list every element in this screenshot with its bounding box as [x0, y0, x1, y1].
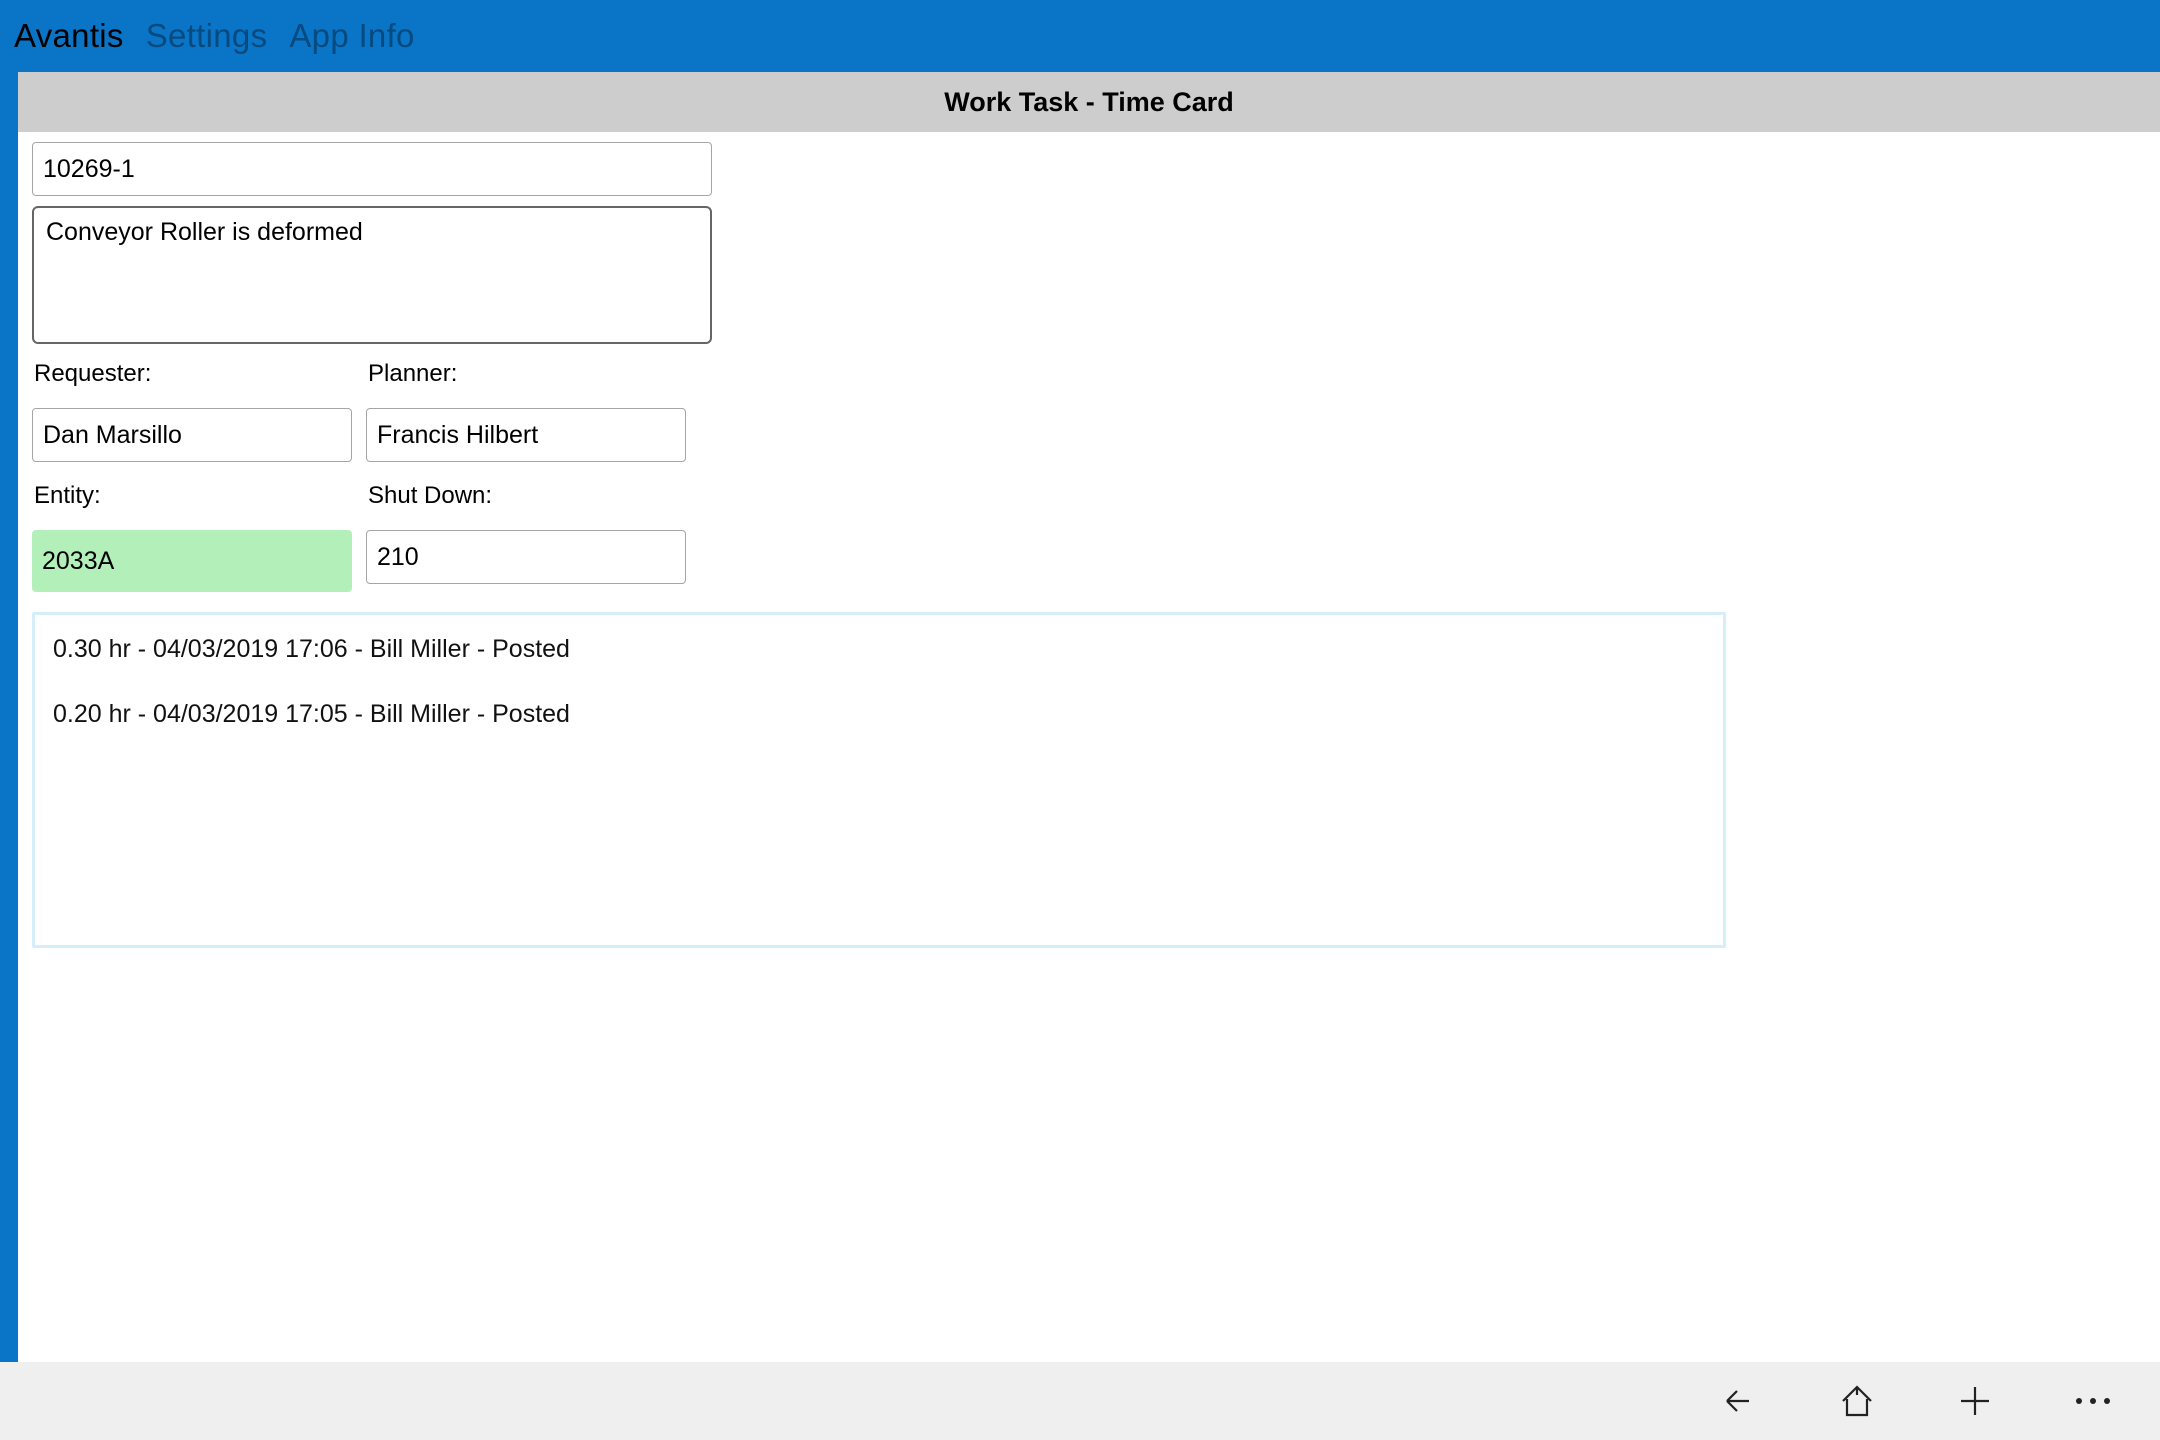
bottom-app-bar — [0, 1362, 2160, 1440]
shutdown-label: Shut Down: — [368, 482, 686, 510]
requester-label: Requester: — [34, 360, 352, 388]
more-icon — [2076, 1398, 2110, 1404]
requester-value: Dan Marsillo — [43, 421, 182, 450]
menu-item-settings[interactable]: Settings — [146, 17, 268, 55]
back-button[interactable] — [1714, 1376, 1764, 1426]
app-frame: Work Task - Time Card 10269-1 Conveyor R… — [0, 72, 2160, 1380]
shutdown-field[interactable]: 210 — [366, 530, 686, 584]
home-icon — [1837, 1381, 1877, 1421]
plus-icon — [1955, 1381, 1995, 1421]
planner-field[interactable]: Francis Hilbert — [366, 408, 686, 462]
planner-value: Francis Hilbert — [377, 421, 538, 450]
entity-value: 2033A — [42, 547, 114, 576]
menu-bar: Avantis Settings App Info — [0, 0, 2160, 72]
arrow-left-icon — [1719, 1381, 1759, 1421]
time-entry[interactable]: 0.20 hr - 04/03/2019 17:05 - Bill Miller… — [53, 700, 1705, 729]
add-button[interactable] — [1950, 1376, 2000, 1426]
content-area: 10269-1 Conveyor Roller is deformed Requ… — [18, 132, 2160, 1380]
task-description-value: Conveyor Roller is deformed — [46, 218, 363, 246]
page-title-bar: Work Task - Time Card — [18, 72, 2160, 132]
planner-label: Planner: — [368, 360, 686, 388]
time-entries-list[interactable]: 0.30 hr - 04/03/2019 17:06 - Bill Miller… — [32, 612, 1726, 948]
entity-label: Entity: — [34, 482, 352, 510]
task-id-value: 10269-1 — [43, 155, 135, 184]
menu-item-avantis[interactable]: Avantis — [14, 17, 124, 55]
task-id-field[interactable]: 10269-1 — [32, 142, 712, 196]
requester-field[interactable]: Dan Marsillo — [32, 408, 352, 462]
shutdown-value: 210 — [377, 543, 419, 572]
time-entry[interactable]: 0.30 hr - 04/03/2019 17:06 - Bill Miller… — [53, 635, 1705, 664]
more-button[interactable] — [2068, 1376, 2118, 1426]
menu-item-appinfo[interactable]: App Info — [289, 17, 414, 55]
entity-field[interactable]: 2033A — [32, 530, 352, 592]
task-description-field[interactable]: Conveyor Roller is deformed — [32, 206, 712, 344]
page-title: Work Task - Time Card — [944, 87, 1234, 118]
home-button[interactable] — [1832, 1376, 1882, 1426]
